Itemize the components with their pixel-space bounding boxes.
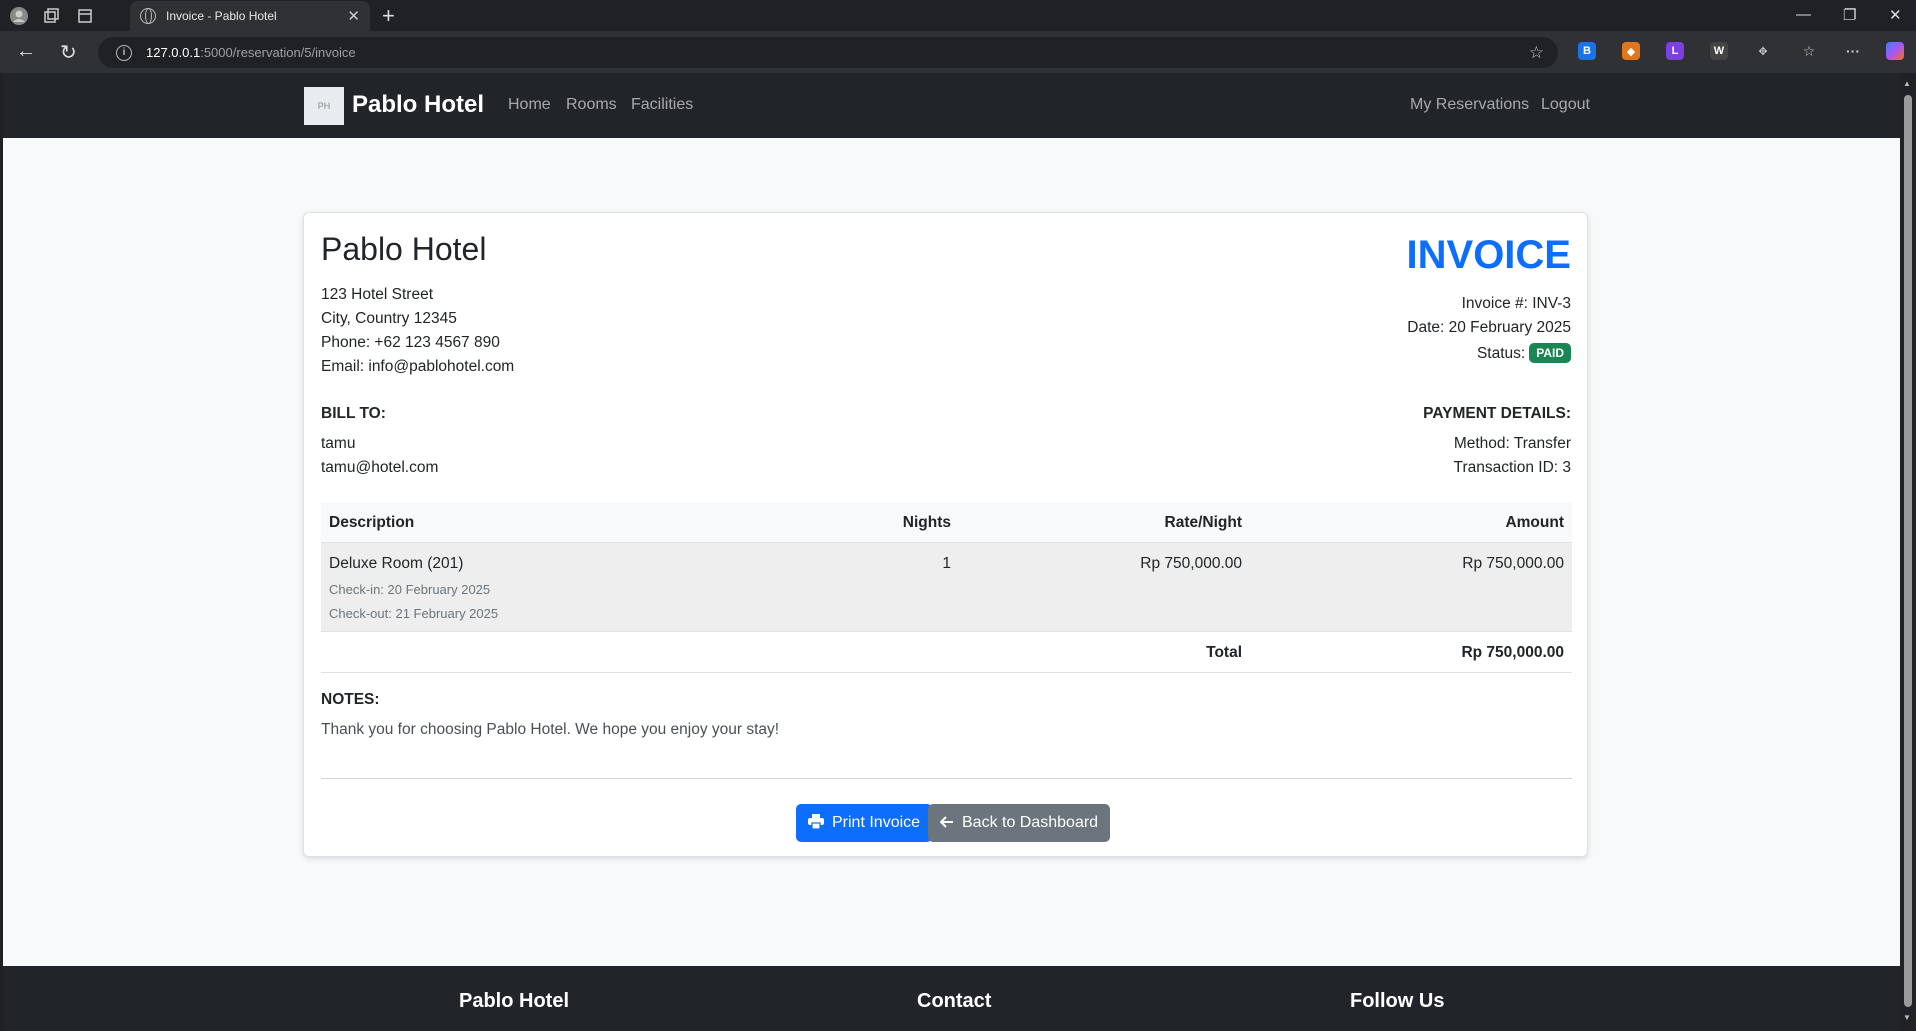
site-navbar: PH Pablo Hotel Home Rooms Facilities My … — [3, 73, 1900, 138]
payment-details-heading: PAYMENT DETAILS: — [1423, 405, 1571, 422]
back-to-dashboard-label: Back to Dashboard — [962, 814, 1099, 831]
address-city: City, Country 12345 — [321, 310, 457, 327]
status-badge: PAID — [1529, 343, 1571, 363]
page-scrollbar[interactable]: ▲ ▼ — [1900, 73, 1916, 1031]
bill-to-email: tamu@hotel.com — [321, 459, 439, 476]
back-to-dashboard-button[interactable]: Back to Dashboard — [928, 804, 1111, 842]
new-tab-icon[interactable]: + — [382, 3, 395, 29]
brand-name[interactable]: Pablo Hotel — [352, 91, 484, 119]
workspaces-icon[interactable] — [40, 5, 62, 27]
row-checkout: Check-out: 21 February 2025 — [329, 606, 499, 621]
table-total-row: Total Rp 750,000.00 — [321, 632, 1572, 673]
nav-link-my-reservations[interactable]: My Reservations — [1410, 96, 1529, 114]
page-viewport: PH Pablo Hotel Home Rooms Facilities My … — [3, 73, 1900, 1031]
site-info-icon[interactable]: i — [116, 44, 132, 61]
restore-icon[interactable]: ❐ — [1843, 6, 1856, 24]
address-email: Email: info@pablohotel.com — [321, 358, 515, 375]
reload-icon[interactable]: ↻ — [60, 40, 77, 65]
scroll-down-icon[interactable]: ▼ — [1903, 1013, 1911, 1022]
w-extension-icon[interactable]: W — [1710, 42, 1728, 60]
bill-to-name: tamu — [321, 435, 356, 452]
invoice-title: INVOICE — [1406, 233, 1571, 277]
footer-heading-contact: Contact — [917, 990, 992, 1012]
close-window-icon[interactable]: ✕ — [1889, 6, 1902, 24]
purple-extension-icon[interactable]: L — [1666, 42, 1684, 60]
table-row: Deluxe Room (201) Check-in: 20 February … — [321, 543, 1572, 632]
tab-actions-icon[interactable] — [74, 5, 96, 27]
row-rate: Rp 750,000.00 — [1140, 555, 1242, 572]
divider — [321, 778, 1572, 779]
bill-to-heading: BILL TO: — [321, 405, 386, 422]
active-tab[interactable]: Invoice - Pablo Hotel ✕ — [130, 1, 370, 31]
close-tab-icon[interactable]: ✕ — [347, 7, 360, 25]
header-amount: Amount — [1505, 514, 1564, 531]
browser-toolbar: ← ↻ i 127.0.0.1:5000/reservation/5/invoi… — [0, 31, 1916, 73]
bitwarden-extension-icon[interactable]: B — [1578, 42, 1596, 60]
printer-icon — [808, 813, 824, 833]
invoice-status: Status: PAID — [1477, 343, 1571, 363]
metamask-extension-icon[interactable]: ◆ — [1622, 42, 1640, 60]
more-menu-icon[interactable]: ··· — [1844, 42, 1862, 60]
back-icon[interactable]: ← — [16, 40, 36, 63]
nav-link-rooms[interactable]: Rooms — [566, 96, 617, 114]
transaction-id: Transaction ID: 3 — [1453, 459, 1571, 476]
total-amount: Rp 750,000.00 — [1461, 644, 1564, 661]
footer-heading-follow: Follow Us — [1350, 990, 1445, 1012]
browser-tab-bar: Invoice - Pablo Hotel ✕ + — ❐ ✕ — [0, 0, 1916, 31]
invoice-card: Pablo Hotel 123 Hotel Street City, Count… — [303, 212, 1588, 857]
total-label: Total — [1206, 644, 1242, 661]
brand-logo[interactable]: PH — [304, 87, 344, 125]
invoice-number: Invoice #: INV-3 — [1461, 295, 1571, 312]
globe-icon — [140, 8, 156, 24]
extensions-puzzle-icon[interactable]: ✥ — [1754, 42, 1772, 60]
table-header-row: Description Nights Rate/Night Amount — [321, 502, 1572, 543]
url-path: :5000/reservation/5/invoice — [200, 45, 356, 60]
print-invoice-label: Print Invoice — [832, 814, 921, 831]
notes-heading: NOTES: — [321, 691, 380, 708]
copilot-icon[interactable] — [1886, 42, 1904, 60]
favorite-star-icon[interactable]: ☆ — [1529, 43, 1544, 63]
nav-link-logout[interactable]: Logout — [1541, 96, 1590, 114]
hotel-name: Pablo Hotel — [321, 231, 487, 267]
url-host: 127.0.0.1 — [146, 45, 201, 60]
address-bar[interactable]: i 127.0.0.1:5000/reservation/5/invoice ☆ — [98, 37, 1558, 68]
address-street: 123 Hotel Street — [321, 286, 434, 303]
invoice-date: Date: 20 February 2025 — [1407, 319, 1571, 336]
arrow-left-icon — [939, 815, 954, 832]
status-label: Status: — [1476, 345, 1526, 362]
scroll-thumb[interactable] — [1904, 95, 1912, 1007]
site-footer: Pablo Hotel Contact Follow Us — [3, 966, 1900, 1031]
header-rate: Rate/Night — [1164, 514, 1243, 531]
row-checkin: Check-in: 20 February 2025 — [329, 582, 491, 597]
nav-link-home[interactable]: Home — [508, 96, 551, 114]
address-phone: Phone: +62 123 4567 890 — [321, 334, 500, 351]
nav-link-facilities[interactable]: Facilities — [631, 96, 693, 114]
row-description: Deluxe Room (201) — [329, 555, 464, 572]
print-invoice-button[interactable]: Print Invoice — [796, 804, 933, 842]
header-nights: Nights — [902, 514, 951, 531]
scroll-up-icon[interactable]: ▲ — [1903, 79, 1911, 88]
footer-heading-hotel: Pablo Hotel — [459, 990, 570, 1012]
header-description: Description — [329, 514, 415, 531]
profile-icon[interactable] — [8, 5, 30, 27]
notes-text: Thank you for choosing Pablo Hotel. We h… — [321, 721, 780, 738]
row-amount: Rp 750,000.00 — [1462, 555, 1564, 572]
payment-method: Method: Transfer — [1453, 435, 1571, 452]
tab-title: Invoice - Pablo Hotel — [166, 9, 277, 23]
minimize-icon[interactable]: — — [1796, 6, 1811, 23]
row-nights: 1 — [942, 555, 951, 572]
favorites-icon[interactable]: ☆ — [1800, 42, 1818, 60]
